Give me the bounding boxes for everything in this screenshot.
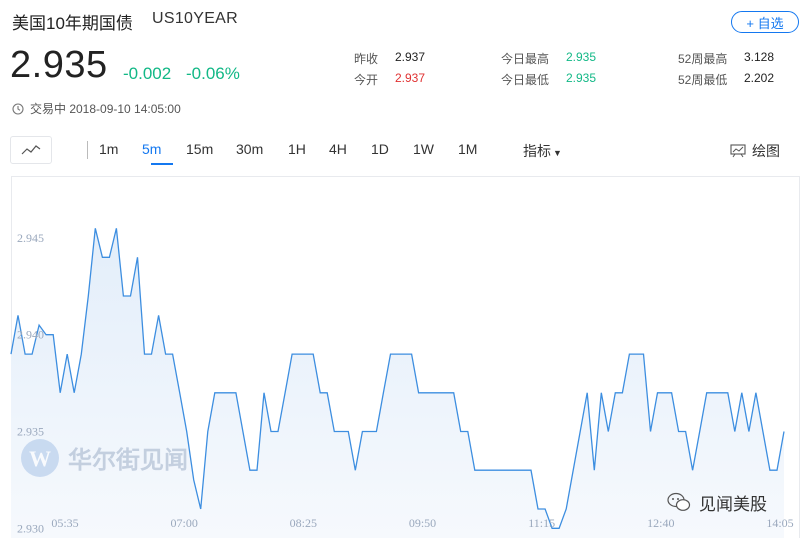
w-logo-letter: W bbox=[29, 446, 51, 471]
y-axis-label: 2.935 bbox=[17, 425, 44, 439]
x-axis-label: 07:00 bbox=[170, 516, 197, 530]
x-axis-label: 14:05 bbox=[766, 516, 793, 530]
price-chart[interactable]: 2.945 2.940 2.935 2.930 05:35 07:00 08:25 09:5… bbox=[0, 0, 802, 538]
price-area-fill bbox=[11, 228, 784, 538]
corner-watermark-text: 见闻美股 bbox=[699, 495, 767, 515]
x-axis-label: 09:50 bbox=[409, 516, 436, 530]
x-axis-label: 05:35 bbox=[51, 516, 78, 530]
x-axis-label: 08:25 bbox=[290, 516, 317, 530]
x-axis-label: 11:15 bbox=[528, 516, 555, 530]
watermark-text: 华尔街见闻 bbox=[68, 446, 188, 474]
y-axis-label: 2.930 bbox=[17, 521, 44, 535]
y-axis-label: 2.945 bbox=[17, 231, 44, 245]
y-axis-label: 2.940 bbox=[17, 328, 44, 342]
x-axis-label: 12:40 bbox=[647, 516, 674, 530]
